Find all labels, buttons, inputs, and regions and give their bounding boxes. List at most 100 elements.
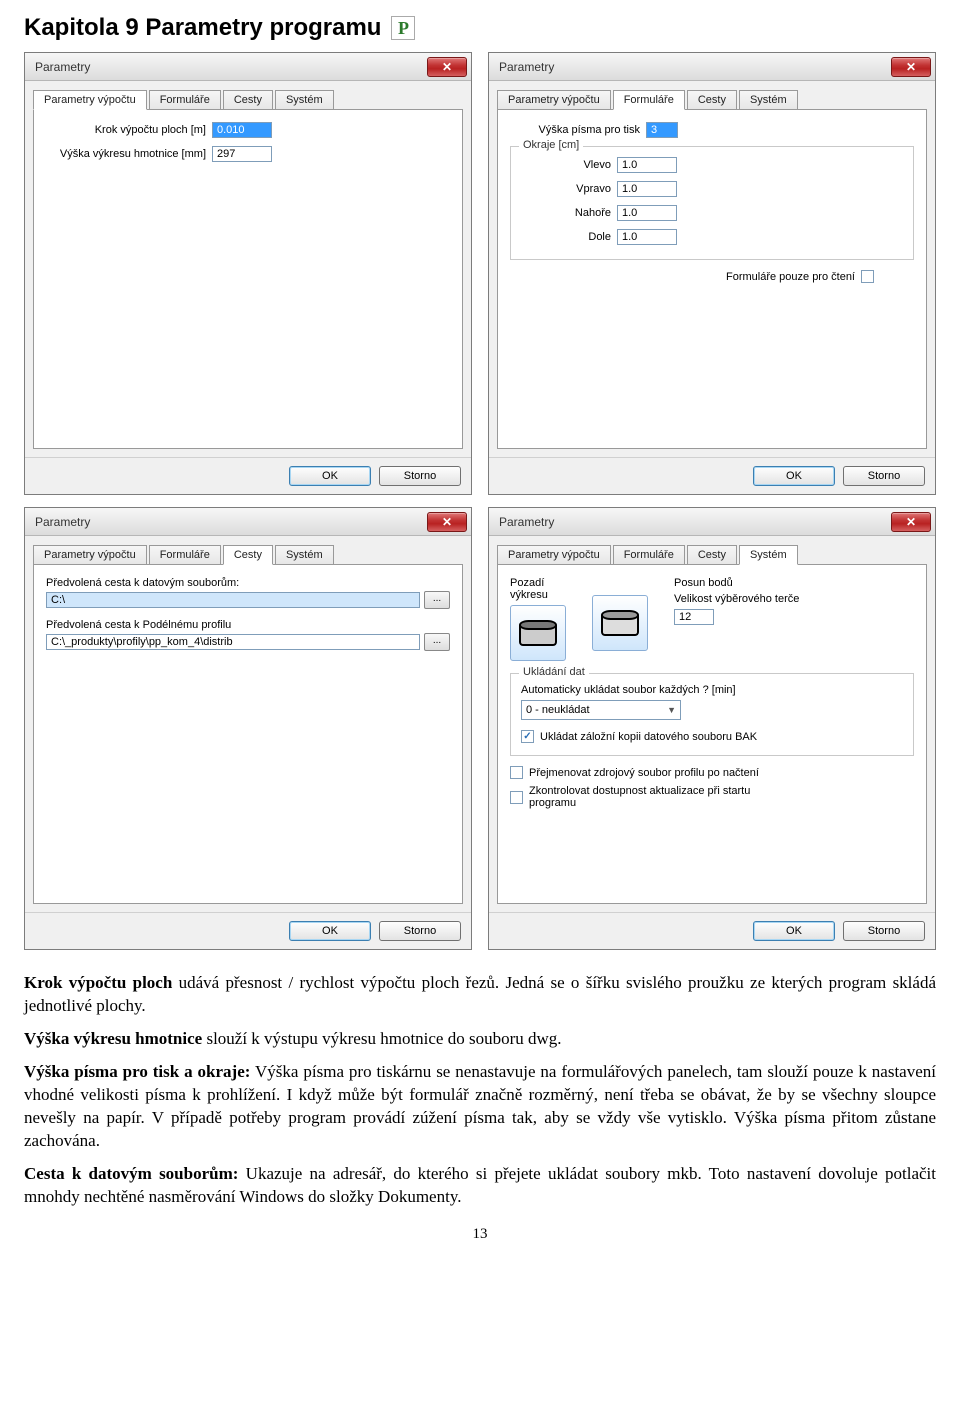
vpravo-label: Vpravo — [521, 183, 611, 195]
close-button[interactable]: ✕ — [891, 512, 931, 532]
tab-parametry-vypoctu[interactable]: Parametry výpočtu — [33, 90, 147, 110]
tab-system[interactable]: Systém — [275, 90, 334, 110]
rename-label: Přejmenovat zdrojový soubor profilu po n… — [529, 767, 759, 779]
data-path-label: Předvolená cesta k datovým souborům: — [46, 577, 450, 589]
tabs: Parametry výpočtu Formuláře Cesty Systém — [489, 81, 935, 109]
vpravo-input[interactable] — [617, 181, 677, 197]
close-button[interactable]: ✕ — [427, 512, 467, 532]
nahore-label: Nahoře — [521, 207, 611, 219]
terc-input[interactable] — [674, 609, 714, 625]
pozadi-option-2[interactable] — [592, 595, 648, 651]
krok-input[interactable] — [212, 122, 272, 138]
bak-checkbox[interactable]: ✓ — [521, 730, 534, 743]
close-button[interactable]: ✕ — [891, 57, 931, 77]
storno-button[interactable]: Storno — [843, 466, 925, 486]
p1-bold: Krok výpočtu ploch — [24, 973, 172, 992]
tab-parametry-vypoctu[interactable]: Parametry výpočtu — [497, 90, 611, 110]
vlevo-label: Vlevo — [521, 159, 611, 171]
tab-cesty[interactable]: Cesty — [687, 90, 737, 110]
readonly-row: Formuláře pouze pro čtení — [510, 270, 914, 283]
heading-text: Kapitola 9 Parametry programu — [24, 14, 381, 42]
close-button[interactable]: ✕ — [427, 57, 467, 77]
close-icon: ✕ — [442, 60, 452, 74]
update-checkbox[interactable] — [510, 791, 523, 804]
tab-cesty[interactable]: Cesty — [687, 545, 737, 565]
tab-formulare[interactable]: Formuláře — [613, 545, 685, 565]
tabs: Parametry výpočtu Formuláře Cesty Systém — [25, 81, 471, 109]
close-icon: ✕ — [906, 60, 916, 74]
terc-label: Velikost výběrového terče — [674, 593, 914, 605]
tab-formulare[interactable]: Formuláře — [149, 90, 221, 110]
button-bar: OK Storno — [25, 457, 471, 494]
ukladani-fieldset: Ukládání dat Automaticky ukládat soubor … — [510, 673, 914, 756]
pozadi-label: Pozadí výkresu — [510, 577, 580, 601]
data-path-input[interactable] — [46, 592, 420, 608]
vyska-input[interactable] — [212, 146, 272, 162]
tabs: Parametry výpočtu Formuláře Cesty Systém — [25, 536, 471, 564]
body-text: Krok výpočtu ploch udává přesnost / rych… — [24, 972, 936, 1208]
chevron-down-icon: ▼ — [667, 705, 676, 715]
page-heading: Kapitola 9 Parametry programu P — [24, 14, 936, 42]
storno-button[interactable]: Storno — [843, 921, 925, 941]
titlebar: Parametry ✕ — [489, 508, 935, 536]
storno-button[interactable]: Storno — [379, 466, 461, 486]
posun-label: Posun bodů — [674, 577, 914, 589]
auto-save-combo[interactable]: 0 - neukládat ▼ — [521, 700, 681, 720]
readonly-label: Formuláře pouze pro čtení — [726, 271, 855, 283]
browse-button[interactable]: ... — [424, 633, 450, 651]
tab-cesty[interactable]: Cesty — [223, 90, 273, 110]
rename-row: Přejmenovat zdrojový soubor profilu po n… — [510, 766, 914, 779]
ok-button[interactable]: OK — [753, 466, 835, 486]
ok-button[interactable]: OK — [289, 466, 371, 486]
profile-path-row: Předvolená cesta k Podélnému profilu ... — [46, 619, 450, 651]
tab-parametry-vypoctu[interactable]: Parametry výpočtu — [33, 545, 147, 565]
button-bar: OK Storno — [489, 912, 935, 949]
tab-panel-system: Pozadí výkresu Posun bodů Velikost výběr… — [497, 564, 927, 904]
tab-cesty[interactable]: Cesty — [223, 545, 273, 565]
profile-path-input[interactable] — [46, 634, 420, 650]
font-height-input[interactable] — [646, 122, 678, 138]
tab-panel-paths: Předvolená cesta k datovým souborům: ...… — [33, 564, 463, 904]
tab-system[interactable]: Systém — [739, 90, 798, 110]
tab-system[interactable]: Systém — [275, 545, 334, 565]
close-icon: ✕ — [442, 515, 452, 529]
button-bar: OK Storno — [489, 457, 935, 494]
vyska-label: Výška výkresu hmotnice [mm] — [46, 148, 206, 160]
tab-formulare[interactable]: Formuláře — [149, 545, 221, 565]
dole-input[interactable] — [617, 229, 677, 245]
vlevo-input[interactable] — [617, 157, 677, 173]
pozadi-option-1[interactable] — [510, 605, 566, 661]
update-label: Zkontrolovat dostupnost aktualizace při … — [529, 785, 789, 809]
auto-save-value: 0 - neukládat — [526, 704, 590, 716]
readonly-checkbox[interactable] — [861, 270, 874, 283]
profile-path-label: Předvolená cesta k Podélnému profilu — [46, 619, 450, 631]
parametry-window-paths: Parametry ✕ Parametry výpočtu Formuláře … — [24, 507, 472, 950]
close-icon: ✕ — [906, 515, 916, 529]
bak-label: Ukládat záložní kopii datového souboru B… — [540, 731, 757, 743]
window-title: Parametry — [35, 60, 427, 74]
tab-system[interactable]: Systém — [739, 545, 798, 565]
storno-button[interactable]: Storno — [379, 921, 461, 941]
titlebar: Parametry ✕ — [25, 53, 471, 81]
window-title: Parametry — [499, 60, 891, 74]
titlebar: Parametry ✕ — [25, 508, 471, 536]
ok-button[interactable]: OK — [289, 921, 371, 941]
tab-formulare[interactable]: Formuláře — [613, 90, 685, 110]
window-title: Parametry — [35, 515, 427, 529]
button-bar: OK Storno — [25, 912, 471, 949]
okraje-fieldset: Okraje [cm] Vlevo Vpravo Nahoře Dole — [510, 146, 914, 260]
dole-label: Dole — [521, 231, 611, 243]
ok-button[interactable]: OK — [753, 921, 835, 941]
ukladani-legend: Ukládání dat — [519, 666, 589, 678]
okraje-legend: Okraje [cm] — [519, 139, 583, 151]
nahore-input[interactable] — [617, 205, 677, 221]
page-number: 13 — [24, 1226, 936, 1243]
system-top-row: Pozadí výkresu Posun bodů Velikost výběr… — [510, 577, 914, 661]
rename-checkbox[interactable] — [510, 766, 523, 779]
tab-parametry-vypoctu[interactable]: Parametry výpočtu — [497, 545, 611, 565]
dialogs-grid: Parametry ✕ Parametry výpočtu Formuláře … — [24, 52, 936, 950]
parametry-window-system: Parametry ✕ Parametry výpočtu Formuláře … — [488, 507, 936, 950]
parametry-window-calc: Parametry ✕ Parametry výpočtu Formuláře … — [24, 52, 472, 495]
browse-button[interactable]: ... — [424, 591, 450, 609]
tabs: Parametry výpočtu Formuláře Cesty Systém — [489, 536, 935, 564]
